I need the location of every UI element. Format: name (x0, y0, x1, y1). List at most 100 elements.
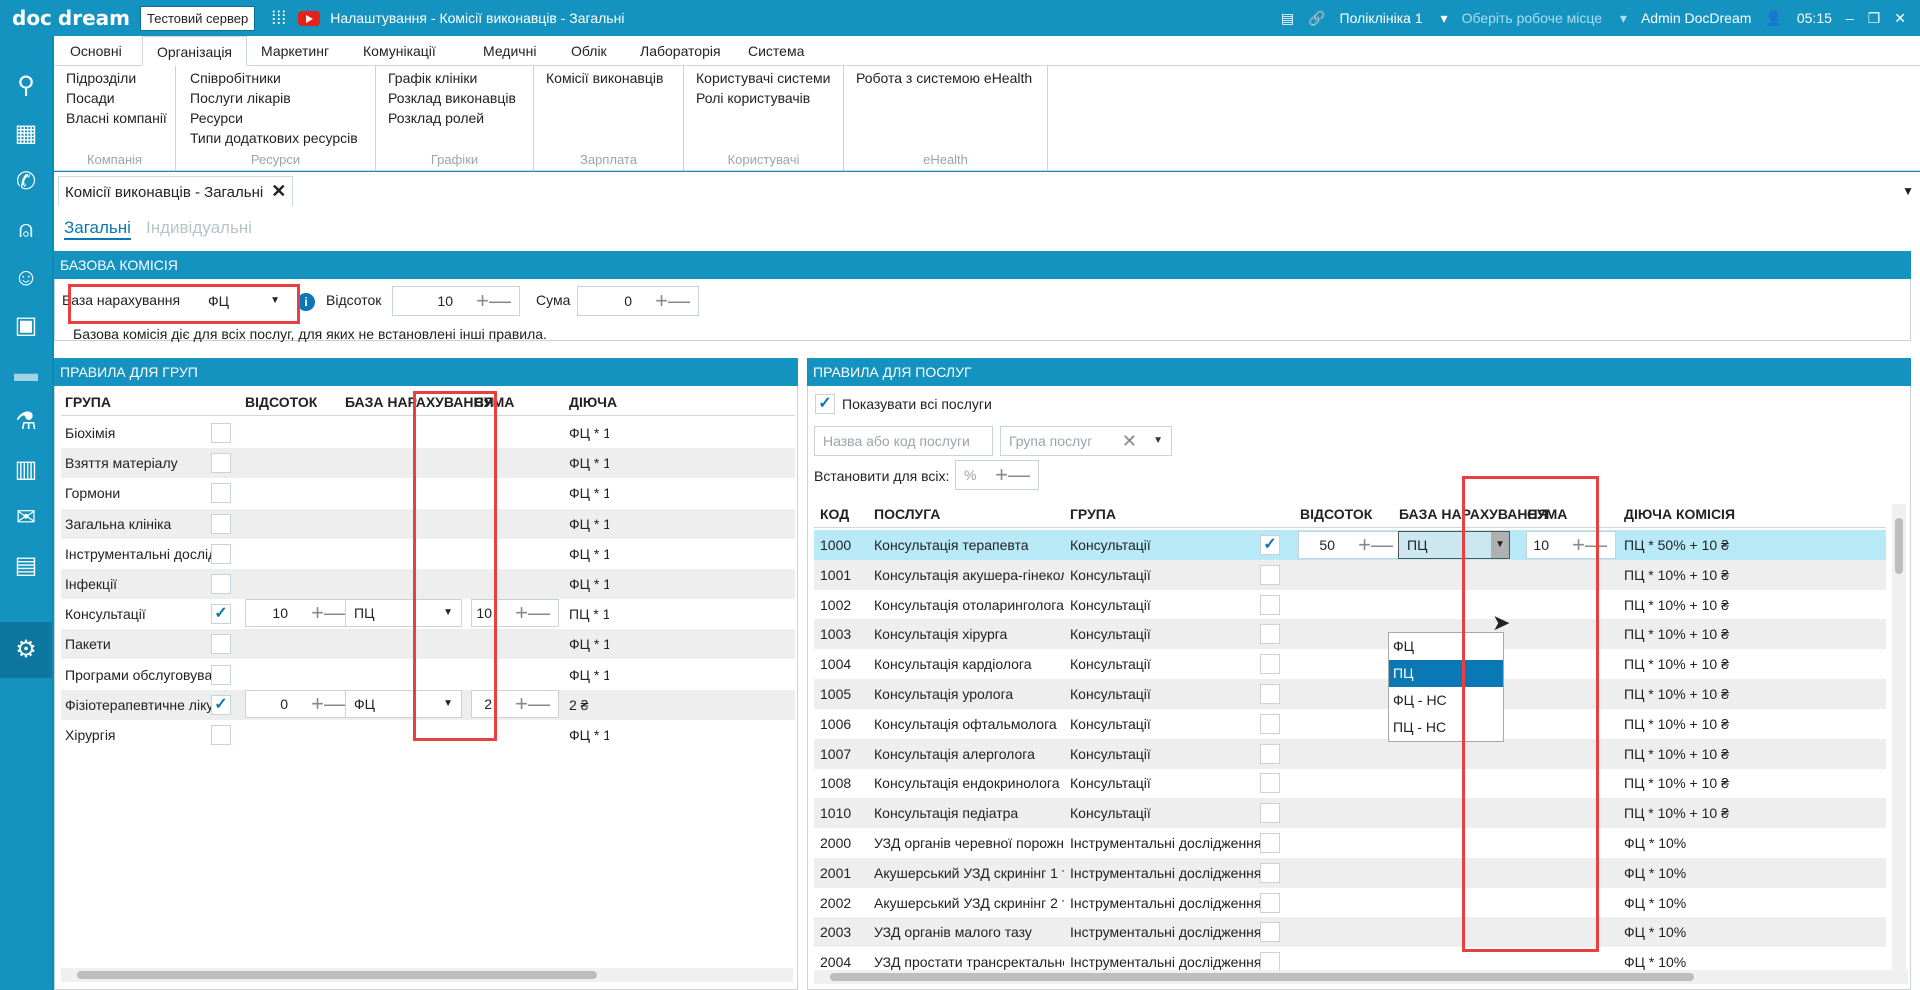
plus-icon[interactable]: + (995, 461, 1008, 489)
service-checkbox[interactable] (1260, 803, 1280, 824)
ribbon-item-extra-resource-types[interactable]: Типи додаткових ресурсів (190, 130, 358, 146)
group-checkbox[interactable] (211, 664, 231, 685)
col-service-group[interactable]: ГРУПА (1070, 506, 1116, 522)
user-avatar-icon[interactable]: 👤 (1765, 10, 1782, 27)
group-row[interactable]: Взяття матеріалу ФЦ * 10 (61, 448, 795, 479)
service-checkbox[interactable] (1260, 773, 1280, 794)
minus-icon[interactable]: — (528, 691, 550, 717)
group-checkbox[interactable] (211, 453, 231, 474)
ribbon-item-system-users[interactable]: Користувачі системи (696, 70, 830, 86)
show-all-checkbox[interactable]: ✓ (815, 394, 835, 414)
group-sum-stepper[interactable]: 10 + — (471, 599, 559, 628)
ribbon-item-performer-schedule[interactable]: Розклад виконавців (388, 90, 516, 106)
ribbon-item-clinic-schedule[interactable]: Графік клініки (388, 70, 477, 86)
col-sum[interactable]: СУМА (474, 394, 514, 410)
service-checkbox[interactable] (1260, 684, 1280, 704)
bell-service-icon[interactable]: ⍝ (10, 214, 42, 246)
phone-icon[interactable]: ✆ (10, 166, 42, 198)
group-row[interactable]: Консультації✓10+—ПЦ▼10+—ПЦ * 10 (61, 599, 795, 629)
service-row[interactable]: 1001 Консультація акушера-гінеколога Консу… (814, 559, 1886, 590)
minus-icon[interactable]: — (1585, 532, 1607, 558)
service-base-select[interactable]: ПЦ ▼ (1398, 531, 1510, 559)
settings-icon[interactable]: ⚙ (10, 634, 42, 666)
service-row[interactable]: 1010 Консультація педіатра Консультації ПЦ … (814, 798, 1886, 829)
percent-stepper[interactable]: 10 + — (392, 286, 520, 316)
ribbon-item-ehealth[interactable]: Робота з системою eHealth (856, 70, 1032, 86)
youtube-icon[interactable] (298, 10, 321, 26)
service-row[interactable]: 1000 Консультація терапевта Консультації ✓ 5… (814, 530, 1886, 560)
group-row[interactable]: Загальна клініка ФЦ * 10 (61, 508, 795, 539)
dropdown-option-pc-ns[interactable]: ПЦ - НС (1389, 714, 1503, 741)
ribbon-item-performer-commissions[interactable]: Комісії виконавців (546, 70, 663, 86)
set-all-stepper[interactable]: % + — (955, 460, 1039, 490)
ribbon-tab-accounting[interactable]: Облік (557, 36, 621, 66)
group-checkbox[interactable] (211, 513, 231, 534)
service-row[interactable]: 2002 Акушерський УЗД скринінг 2 тр... Інст… (814, 888, 1886, 918)
chevron-down-icon[interactable]: ▼ (1491, 532, 1509, 558)
calendar-grid-icon[interactable]: ▦ (10, 118, 42, 150)
minus-icon[interactable]: — (324, 691, 346, 717)
service-checkbox[interactable]: ✓ (1260, 535, 1280, 555)
group-base-select[interactable]: ПЦ ▼ (345, 599, 462, 628)
col-service-percent[interactable]: ВІДСОТОК (1300, 506, 1372, 522)
ribbon-tab-marketing[interactable]: Маркетинг (247, 36, 343, 66)
subtab-general[interactable]: Загальні (64, 218, 131, 240)
service-vscroll-thumb[interactable] (1895, 518, 1903, 574)
service-row[interactable]: 2003 УЗД органів малого тазу Інструменталь… (814, 917, 1886, 948)
link-icon[interactable]: 🔗 (1308, 10, 1325, 27)
group-checkbox[interactable]: ✓ (211, 604, 231, 625)
service-checkbox[interactable] (1260, 654, 1280, 675)
col-percent[interactable]: ВІДСОТОК (245, 394, 317, 410)
plus-icon[interactable]: + (515, 691, 528, 717)
service-group-select[interactable]: Група послуг ✕ ▼ (1000, 426, 1172, 456)
service-checkbox[interactable] (1260, 564, 1280, 585)
document-tab-commissions[interactable]: Комісії виконавців - Загальні ✕ (58, 176, 294, 206)
dropdown-option-fc-ns[interactable]: ФЦ - НС (1389, 687, 1503, 714)
schedule-icon[interactable]: ▥ (10, 454, 42, 486)
col-group[interactable]: ГРУПА (65, 394, 111, 410)
service-row[interactable]: 1005 Консультація уролога Консультації ПЦ *… (814, 679, 1886, 709)
group-percent-stepper[interactable]: 10 + — (245, 599, 355, 628)
minus-icon[interactable]: — (528, 600, 550, 626)
group-row[interactable]: Пакети ФЦ * 10 (61, 629, 795, 660)
info-icon[interactable]: i (297, 293, 315, 311)
service-checkbox[interactable] (1260, 892, 1280, 913)
group-row[interactable]: Фізіотерапевтичне ліку... ✓ 0 + — ФЦ ▼ 2 + —2 ₴ (61, 689, 795, 720)
doctor-icon[interactable]: ☺ (10, 262, 42, 294)
service-row[interactable]: 1008 Консультація ендокринолога Консультац… (814, 768, 1886, 798)
sum-stepper[interactable]: 0 + — (577, 286, 699, 316)
col-code[interactable]: КОД (820, 506, 849, 522)
archive-icon[interactable]: ▣ (10, 310, 42, 342)
dropdown-option-fc[interactable]: ФЦ (1389, 633, 1503, 660)
col-service-active[interactable]: ДІЮЧА КОМІСІЯ (1624, 506, 1735, 522)
clinic-selector[interactable]: Поліклініка 1 ▾ (1340, 10, 1448, 27)
ribbon-item-role-schedule[interactable]: Розклад ролей (388, 110, 484, 126)
microscope-icon[interactable]: ⚗ (10, 406, 42, 438)
chevron-down-icon[interactable]: ▼ (1153, 427, 1163, 455)
minus-icon[interactable]: — (668, 287, 690, 315)
plus-icon[interactable]: + (311, 600, 324, 626)
ribbon-item-positions[interactable]: Посади (66, 90, 115, 106)
service-hscroll[interactable] (814, 970, 1908, 984)
group-row[interactable]: Інфекції ФЦ * 10 (61, 569, 795, 599)
service-sum-stepper[interactable]: 10 + — (1526, 531, 1616, 559)
tabs-menu-icon[interactable]: ▼ (1902, 184, 1914, 198)
col-service-sum[interactable]: СУМА (1527, 506, 1567, 522)
group-checkbox[interactable] (211, 574, 231, 594)
apps-grid-icon[interactable]: ⁞⁞⁞ (271, 8, 286, 29)
ribbon-tab-laboratory[interactable]: Лабораторія (626, 36, 735, 66)
group-row[interactable]: Біохімія ФЦ * 10 (61, 418, 795, 448)
user-name[interactable]: Admin DocDream (1641, 10, 1751, 26)
group-sum-stepper[interactable]: 2 + — (471, 689, 559, 718)
minimize-icon[interactable]: – (1846, 10, 1854, 26)
service-row[interactable]: 1002 Консультація отоларинголога Консульта… (814, 590, 1886, 620)
service-hscroll-thumb[interactable] (830, 973, 1694, 981)
service-checkbox[interactable] (1260, 624, 1280, 645)
service-checkbox[interactable] (1260, 922, 1280, 943)
service-row[interactable]: 1004 Консультація кардіолога Консультації П… (814, 649, 1886, 679)
group-hscroll[interactable] (61, 968, 793, 982)
wallet-icon[interactable]: ▬ (10, 358, 42, 390)
discount-mail-icon[interactable]: ✉ (10, 502, 42, 534)
close-tab-icon[interactable]: ✕ (271, 181, 286, 201)
group-row[interactable]: Гормони ФЦ * 10 (61, 478, 795, 508)
